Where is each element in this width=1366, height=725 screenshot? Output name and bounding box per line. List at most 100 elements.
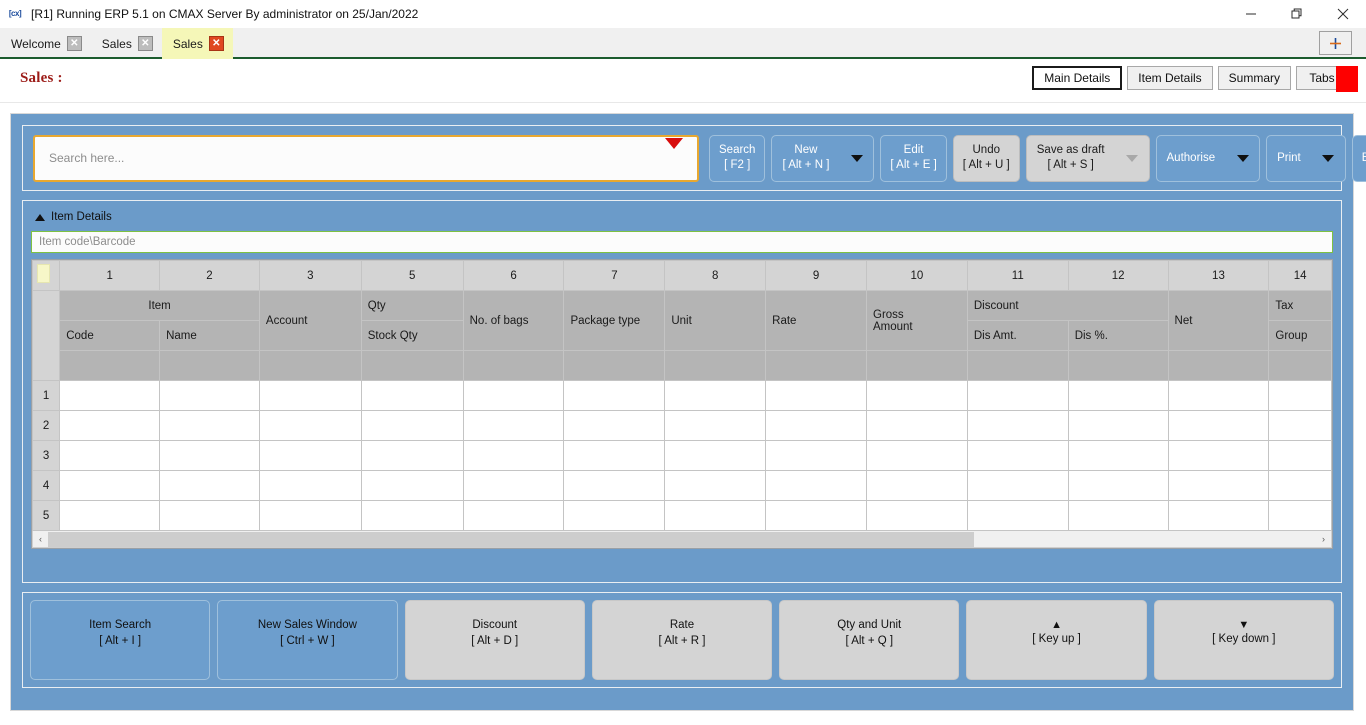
grid-cell[interactable] <box>664 470 767 501</box>
grid-cell[interactable] <box>360 380 464 411</box>
grid-cell[interactable] <box>765 470 867 501</box>
grid-colnum-6[interactable]: 6 <box>462 260 565 291</box>
grid-filter-cell[interactable] <box>360 350 464 381</box>
tab-welcome[interactable]: Welcome ✕ <box>0 28 91 59</box>
grid-cell[interactable] <box>1268 380 1332 411</box>
grid-cell[interactable] <box>1268 500 1332 531</box>
grid-cell[interactable] <box>258 410 362 441</box>
toolbar-save-dropdown[interactable] <box>1115 154 1149 162</box>
row-number[interactable]: 2 <box>31 410 61 441</box>
grid-colnum-10[interactable]: 10 <box>866 260 968 291</box>
grid-colnum-1[interactable]: 1 <box>59 260 161 291</box>
new-tab-button[interactable] <box>1319 31 1352 55</box>
grid-cell[interactable] <box>866 500 968 531</box>
row-number[interactable]: 5 <box>31 500 61 531</box>
button-qty-and-unit[interactable]: Qty and Unit [ Alt + Q ] <box>779 600 960 680</box>
grid-cell[interactable] <box>59 470 161 501</box>
grid-cell[interactable] <box>765 410 867 441</box>
grid-cell[interactable] <box>563 410 666 441</box>
toolbar-new-button[interactable]: New [ Alt + N ] <box>771 134 875 182</box>
grid-cell[interactable] <box>765 440 867 471</box>
grid-cell[interactable] <box>360 470 464 501</box>
grid-cell[interactable] <box>1167 500 1270 531</box>
grid-cell[interactable] <box>966 440 1069 471</box>
grid-cell[interactable] <box>664 440 767 471</box>
grid-cell[interactable] <box>966 470 1069 501</box>
grid-cell[interactable] <box>1167 470 1270 501</box>
button-rate[interactable]: Rate [ Alt + R ] <box>591 600 773 680</box>
grid-colnum-9[interactable]: 9 <box>765 260 867 291</box>
grid-colnum-2[interactable]: 2 <box>159 260 260 291</box>
grid-cell[interactable] <box>866 440 968 471</box>
grid-cell[interactable] <box>1067 380 1169 411</box>
minimize-icon[interactable] <box>1228 0 1274 28</box>
grid-cell[interactable] <box>462 410 565 441</box>
grid-cell[interactable] <box>664 410 767 441</box>
grid-cell[interactable] <box>462 440 565 471</box>
table-row[interactable]: 4 <box>31 470 1332 501</box>
grid-cell[interactable] <box>1067 500 1169 531</box>
grid-cell[interactable] <box>765 500 867 531</box>
button-item-details[interactable]: Item Details <box>1127 66 1213 90</box>
grid-filter-cell[interactable] <box>462 350 565 381</box>
grid-cell[interactable] <box>258 380 362 411</box>
grid-cell[interactable] <box>563 500 666 531</box>
grid-cell[interactable] <box>462 380 565 411</box>
grid-cell[interactable] <box>1067 410 1169 441</box>
grid-cell[interactable] <box>1167 410 1270 441</box>
scroll-left-icon[interactable]: ‹ <box>33 531 48 547</box>
item-code-barcode-input[interactable]: Item code\Barcode <box>31 231 1333 253</box>
grid-cell[interactable] <box>159 500 260 531</box>
grid-cell[interactable] <box>765 380 867 411</box>
grid-colnum-7[interactable]: 7 <box>563 260 666 291</box>
grid-filter-cell[interactable] <box>765 350 867 381</box>
tab-sales-2-active[interactable]: Sales ✕ <box>161 28 233 59</box>
button-discount[interactable]: Discount [ Alt + D ] <box>404 600 585 680</box>
grid-cell[interactable] <box>59 410 161 441</box>
grid-horizontal-scrollbar[interactable]: ‹ › <box>32 531 1332 548</box>
toolbar-print-dropdown[interactable] <box>1311 154 1345 162</box>
grid-cell[interactable] <box>258 440 362 471</box>
tab-close-icon[interactable]: ✕ <box>66 36 82 51</box>
toolbar-print-button[interactable]: Print <box>1266 134 1346 182</box>
toolbar-new-dropdown[interactable] <box>839 154 873 162</box>
grid-cell[interactable] <box>1268 440 1332 471</box>
grid-colnum-13[interactable]: 13 <box>1167 260 1270 291</box>
grid-cell[interactable] <box>462 470 565 501</box>
row-number[interactable]: 3 <box>31 440 61 471</box>
grid-colnum-3[interactable]: 3 <box>258 260 362 291</box>
row-number[interactable]: 1 <box>31 380 61 411</box>
grid-filter-cell[interactable] <box>1268 350 1332 381</box>
button-new-sales-window[interactable]: New Sales Window [ Ctrl + W ] <box>217 600 398 680</box>
grid-filter-cell[interactable] <box>966 350 1069 381</box>
search-input[interactable]: Search here... <box>35 151 124 165</box>
grid-cell[interactable] <box>1167 380 1270 411</box>
tab-close-icon[interactable]: ✕ <box>137 36 153 51</box>
toolbar-authorise-dropdown[interactable] <box>1225 154 1259 162</box>
grid-filter-cell[interactable] <box>866 350 968 381</box>
grid-cell[interactable] <box>1167 440 1270 471</box>
table-row[interactable]: 5 <box>31 500 1332 531</box>
grid-cell[interactable] <box>966 500 1069 531</box>
grid-cell[interactable] <box>159 380 260 411</box>
button-item-search[interactable]: Item Search [ Alt + I ] <box>30 600 211 680</box>
toolbar-bulk-button[interactable]: Bulk <box>1351 134 1366 182</box>
grid-cell[interactable] <box>1067 470 1169 501</box>
row-number[interactable]: 4 <box>31 470 61 501</box>
grid-cell[interactable] <box>159 440 260 471</box>
grid-colnum-5[interactable]: 5 <box>360 260 464 291</box>
toolbar-save-as-draft-button[interactable]: Save as draft [ Alt + S ] <box>1025 134 1150 182</box>
grid-colnum-14[interactable]: 14 <box>1268 260 1332 291</box>
search-combobox[interactable]: Search here... <box>33 134 699 182</box>
grid-filter-cell[interactable] <box>563 350 666 381</box>
toolbar-authorise-button[interactable]: Authorise <box>1155 134 1261 182</box>
search-dropdown-button[interactable] <box>665 138 683 167</box>
button-tabs[interactable]: Tabs <box>1296 66 1358 92</box>
grid-corner-cell[interactable] <box>31 260 61 291</box>
grid-cell[interactable] <box>664 500 767 531</box>
scrollbar-track[interactable] <box>48 531 1316 547</box>
grid-cell[interactable] <box>360 500 464 531</box>
grid-cell[interactable] <box>360 410 464 441</box>
grid-filter-cell[interactable] <box>159 350 260 381</box>
item-details-section-header[interactable]: Item Details <box>31 209 1333 231</box>
